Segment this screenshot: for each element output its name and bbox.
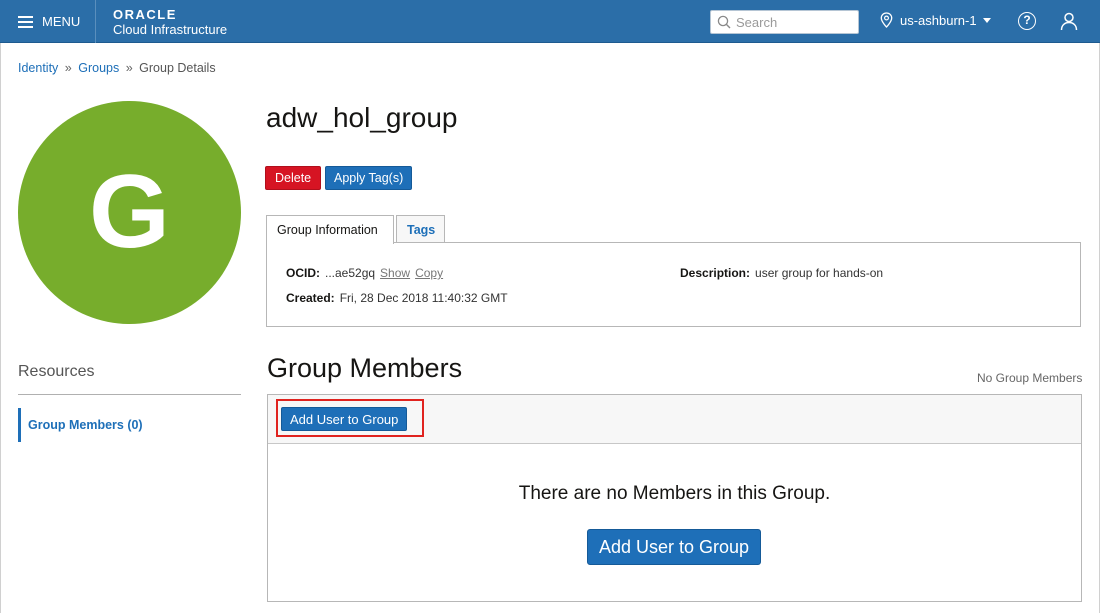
delete-button[interactable]: Delete (265, 166, 322, 190)
ocid-row: OCID: ...ae52gq Show Copy (286, 266, 443, 280)
page-title: adw_hol_group (266, 102, 458, 133)
search-icon (717, 15, 731, 29)
hamburger-icon (18, 16, 33, 28)
menu-button[interactable]: MENU (0, 0, 96, 43)
ocid-label: OCID: (286, 266, 320, 280)
resources-item-group-members[interactable]: Group Members (0) (18, 408, 241, 442)
breadcrumb-current: Group Details (139, 61, 216, 75)
add-user-to-group-large-button[interactable]: Add User to Group (587, 529, 761, 565)
created-value: Fri, 28 Dec 2018 11:40:32 GMT (339, 291, 508, 305)
description-value: user group for hands-on (755, 266, 884, 280)
resources-divider (18, 394, 241, 395)
description-label: Description: (680, 266, 751, 280)
search-input[interactable] (736, 14, 846, 30)
search-box[interactable] (710, 10, 859, 34)
add-user-to-group-button[interactable]: Add User to Group (281, 407, 408, 431)
menu-label: MENU (42, 14, 81, 29)
empty-state-message: There are no Members in this Group. (518, 483, 831, 504)
ocid-show-link[interactable]: Show (380, 266, 410, 280)
user-profile-icon[interactable] (1059, 11, 1079, 31)
region-selector[interactable]: us-ashburn-1 (880, 12, 991, 28)
breadcrumb-separator: » (125, 61, 133, 75)
brand-cloud-infrastructure: Cloud Infrastructure (113, 22, 228, 37)
created-label: Created: (286, 291, 335, 305)
top-navigation-bar: MENU ORACLE Cloud Infrastructure us-ashb… (0, 0, 1100, 43)
description-row: Description: user group for hands-on (680, 266, 883, 280)
ocid-value: ...ae52gq (325, 266, 376, 280)
oracle-cloud-logo[interactable]: ORACLE Cloud Infrastructure (113, 8, 227, 38)
breadcrumb: Identity » Groups » Group Details (18, 61, 216, 75)
members-count-text: No Group Members (977, 371, 1083, 385)
breadcrumb-identity[interactable]: Identity (18, 61, 58, 75)
group-information-panel: OCID: ...ae52gq Show Copy Created: Fri, 28 D… (266, 242, 1081, 327)
tab-group-information[interactable]: Group Information (266, 215, 394, 244)
breadcrumb-groups[interactable]: Groups (78, 61, 119, 75)
chevron-down-icon (982, 17, 991, 23)
members-toolbar: Add User to Group (268, 395, 1081, 444)
ocid-copy-link[interactable]: Copy (415, 266, 443, 280)
resources-heading: Resources (18, 363, 95, 380)
location-pin-icon (880, 12, 893, 28)
group-members-panel: Add User to Group There are no Members i… (267, 394, 1082, 602)
group-members-heading: Group Members (267, 353, 463, 383)
apply-tags-button[interactable]: Apply Tag(s) (325, 166, 413, 190)
tab-tags[interactable]: Tags (396, 215, 445, 243)
region-label: us-ashburn-1 (900, 12, 977, 28)
breadcrumb-separator: » (64, 61, 72, 75)
page-border-left (0, 43, 1, 613)
brand-oracle: ORACLE (113, 7, 177, 22)
group-avatar: G (18, 101, 241, 324)
help-icon[interactable]: ? (1018, 12, 1036, 30)
created-row: Created: Fri, 28 Dec 2018 11:40:32 GMT (286, 291, 508, 305)
